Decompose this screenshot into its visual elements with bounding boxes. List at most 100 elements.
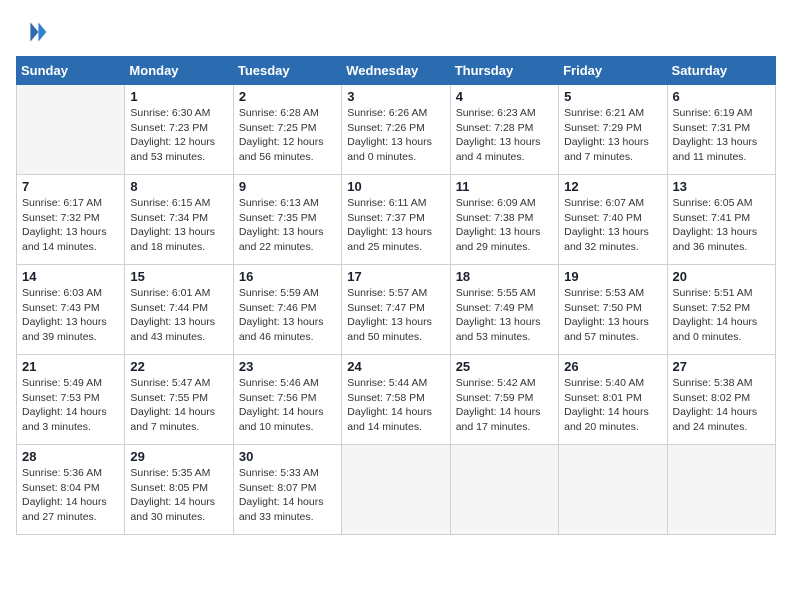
- calendar-cell: 7 Sunrise: 6:17 AM Sunset: 7:32 PM Daylig…: [17, 175, 125, 265]
- day-info: Sunrise: 5:42 AM Sunset: 7:59 PM Dayligh…: [456, 376, 553, 435]
- calendar-cell: 29Sunrise: 5:35 AM Sunset: 8:05 PM Dayli…: [125, 445, 233, 535]
- day-number: 14: [22, 269, 119, 284]
- day-info: Sunrise: 5:51 AM Sunset: 7:52 PM Dayligh…: [673, 286, 770, 345]
- day-info: Sunrise: 6:19 AM Sunset: 7:31 PM Dayligh…: [673, 106, 770, 165]
- calendar-cell: [17, 85, 125, 175]
- day-info: Sunrise: 6:09 AM Sunset: 7:38 PM Dayligh…: [456, 196, 553, 255]
- calendar-cell: 28 Sunrise: 5:36 AM Sunset: 8:04 PM Dayli…: [17, 445, 125, 535]
- day-info: Sunrise: 6:03 AM Sunset: 7:43 PM Dayligh…: [22, 286, 119, 345]
- day-info: Sunrise: 5:47 AM Sunset: 7:55 PM Dayligh…: [130, 376, 227, 435]
- day-number: 19: [564, 269, 661, 284]
- day-number: 11: [456, 179, 553, 194]
- day-info: Sunrise: 6:15 AM Sunset: 7:34 PM Dayligh…: [130, 196, 227, 255]
- day-info: Sunrise: 6:17 AM Sunset: 7:32 PM Dayligh…: [22, 196, 119, 255]
- day-number: 7: [22, 179, 119, 194]
- calendar-cell: 6 Sunrise: 6:19 AM Sunset: 7:31 PM Daylig…: [667, 85, 775, 175]
- day-info: Sunrise: 6:13 AM Sunset: 7:35 PM Dayligh…: [239, 196, 336, 255]
- day-info: Sunrise: 6:23 AM Sunset: 7:28 PM Dayligh…: [456, 106, 553, 165]
- page-header: [16, 16, 776, 48]
- day-number: 24: [347, 359, 444, 374]
- calendar-cell: 25 Sunrise: 5:42 AM Sunset: 7:59 PM Dayli…: [450, 355, 558, 445]
- day-info: Sunrise: 5:46 AM Sunset: 7:56 PM Dayligh…: [239, 376, 336, 435]
- logo: [16, 16, 52, 48]
- day-info: Sunrise: 6:07 AM Sunset: 7:40 PM Dayligh…: [564, 196, 661, 255]
- calendar-cell: 17Sunrise: 5:57 AM Sunset: 7:47 PM Dayli…: [342, 265, 450, 355]
- day-number: 5: [564, 89, 661, 104]
- day-info: Sunrise: 6:05 AM Sunset: 7:41 PM Dayligh…: [673, 196, 770, 255]
- calendar-cell: 10 Sunrise: 6:11 AM Sunset: 7:37 PM Dayli…: [342, 175, 450, 265]
- weekday-header-cell: Thursday: [450, 57, 558, 85]
- calendar-cell: [667, 445, 775, 535]
- day-number: 13: [673, 179, 770, 194]
- day-info: Sunrise: 6:26 AM Sunset: 7:26 PM Dayligh…: [347, 106, 444, 165]
- day-number: 6: [673, 89, 770, 104]
- weekday-header-cell: Sunday: [17, 57, 125, 85]
- day-number: 12: [564, 179, 661, 194]
- day-info: Sunrise: 6:21 AM Sunset: 7:29 PM Dayligh…: [564, 106, 661, 165]
- calendar-cell: 2 Sunrise: 6:28 AM Sunset: 7:25 PM Daylig…: [233, 85, 341, 175]
- day-number: 18: [456, 269, 553, 284]
- day-number: 22: [130, 359, 227, 374]
- calendar-week-row: 1 Sunrise: 6:30 AM Sunset: 7:23 PM Daylig…: [17, 85, 776, 175]
- day-number: 23: [239, 359, 336, 374]
- calendar-cell: 30 Sunrise: 5:33 AM Sunset: 8:07 PM Dayli…: [233, 445, 341, 535]
- day-number: 27: [673, 359, 770, 374]
- weekday-header-row: SundayMondayTuesdayWednesdayThursdayFrid…: [17, 57, 776, 85]
- calendar-cell: 11 Sunrise: 6:09 AM Sunset: 7:38 PM Dayli…: [450, 175, 558, 265]
- day-info: Sunrise: 6:30 AM Sunset: 7:23 PM Dayligh…: [130, 106, 227, 165]
- day-info: Sunrise: 5:57 AM Sunset: 7:47 PM Dayligh…: [347, 286, 444, 345]
- calendar-cell: 15Sunrise: 6:01 AM Sunset: 7:44 PM Dayli…: [125, 265, 233, 355]
- day-number: 16: [239, 269, 336, 284]
- calendar-table: SundayMondayTuesdayWednesdayThursdayFrid…: [16, 56, 776, 535]
- calendar-cell: 9 Sunrise: 6:13 AM Sunset: 7:35 PM Daylig…: [233, 175, 341, 265]
- day-number: 25: [456, 359, 553, 374]
- calendar-cell: 4 Sunrise: 6:23 AM Sunset: 7:28 PM Daylig…: [450, 85, 558, 175]
- calendar-cell: 14 Sunrise: 6:03 AM Sunset: 7:43 PM Dayli…: [17, 265, 125, 355]
- weekday-header-cell: Wednesday: [342, 57, 450, 85]
- calendar-cell: 24 Sunrise: 5:44 AM Sunset: 7:58 PM Dayli…: [342, 355, 450, 445]
- calendar-cell: 13 Sunrise: 6:05 AM Sunset: 7:41 PM Dayli…: [667, 175, 775, 265]
- day-info: Sunrise: 5:53 AM Sunset: 7:50 PM Dayligh…: [564, 286, 661, 345]
- calendar-week-row: 21 Sunrise: 5:49 AM Sunset: 7:53 PM Dayli…: [17, 355, 776, 445]
- calendar-week-row: 14 Sunrise: 6:03 AM Sunset: 7:43 PM Dayli…: [17, 265, 776, 355]
- day-number: 3: [347, 89, 444, 104]
- day-number: 8: [130, 179, 227, 194]
- day-info: Sunrise: 5:40 AM Sunset: 8:01 PM Dayligh…: [564, 376, 661, 435]
- day-info: Sunrise: 6:01 AM Sunset: 7:44 PM Dayligh…: [130, 286, 227, 345]
- day-info: Sunrise: 6:11 AM Sunset: 7:37 PM Dayligh…: [347, 196, 444, 255]
- day-number: 2: [239, 89, 336, 104]
- weekday-header-cell: Saturday: [667, 57, 775, 85]
- day-number: 30: [239, 449, 336, 464]
- calendar-cell: 19 Sunrise: 5:53 AM Sunset: 7:50 PM Dayli…: [559, 265, 667, 355]
- calendar-cell: 22 Sunrise: 5:47 AM Sunset: 7:55 PM Dayli…: [125, 355, 233, 445]
- weekday-header-cell: Tuesday: [233, 57, 341, 85]
- logo-icon: [16, 16, 48, 48]
- calendar-cell: 27Sunrise: 5:38 AM Sunset: 8:02 PM Dayli…: [667, 355, 775, 445]
- day-number: 1: [130, 89, 227, 104]
- day-info: Sunrise: 5:55 AM Sunset: 7:49 PM Dayligh…: [456, 286, 553, 345]
- calendar-cell: 1 Sunrise: 6:30 AM Sunset: 7:23 PM Daylig…: [125, 85, 233, 175]
- day-number: 21: [22, 359, 119, 374]
- calendar-cell: 3 Sunrise: 6:26 AM Sunset: 7:26 PM Daylig…: [342, 85, 450, 175]
- calendar-cell: 8 Sunrise: 6:15 AM Sunset: 7:34 PM Daylig…: [125, 175, 233, 265]
- day-number: 9: [239, 179, 336, 194]
- calendar-cell: 21 Sunrise: 5:49 AM Sunset: 7:53 PM Dayli…: [17, 355, 125, 445]
- day-number: 20: [673, 269, 770, 284]
- day-number: 26: [564, 359, 661, 374]
- calendar-cell: 23 Sunrise: 5:46 AM Sunset: 7:56 PM Dayli…: [233, 355, 341, 445]
- day-info: Sunrise: 5:59 AM Sunset: 7:46 PM Dayligh…: [239, 286, 336, 345]
- day-info: Sunrise: 5:49 AM Sunset: 7:53 PM Dayligh…: [22, 376, 119, 435]
- weekday-header-cell: Monday: [125, 57, 233, 85]
- day-number: 28: [22, 449, 119, 464]
- calendar-cell: [342, 445, 450, 535]
- calendar-cell: 5 Sunrise: 6:21 AM Sunset: 7:29 PM Daylig…: [559, 85, 667, 175]
- day-number: 10: [347, 179, 444, 194]
- day-info: Sunrise: 5:36 AM Sunset: 8:04 PM Dayligh…: [22, 466, 119, 525]
- calendar-body: 1 Sunrise: 6:30 AM Sunset: 7:23 PM Daylig…: [17, 85, 776, 535]
- calendar-cell: 16 Sunrise: 5:59 AM Sunset: 7:46 PM Dayli…: [233, 265, 341, 355]
- day-info: Sunrise: 5:35 AM Sunset: 8:05 PM Dayligh…: [130, 466, 227, 525]
- day-info: Sunrise: 5:44 AM Sunset: 7:58 PM Dayligh…: [347, 376, 444, 435]
- day-info: Sunrise: 5:33 AM Sunset: 8:07 PM Dayligh…: [239, 466, 336, 525]
- day-number: 4: [456, 89, 553, 104]
- day-info: Sunrise: 6:28 AM Sunset: 7:25 PM Dayligh…: [239, 106, 336, 165]
